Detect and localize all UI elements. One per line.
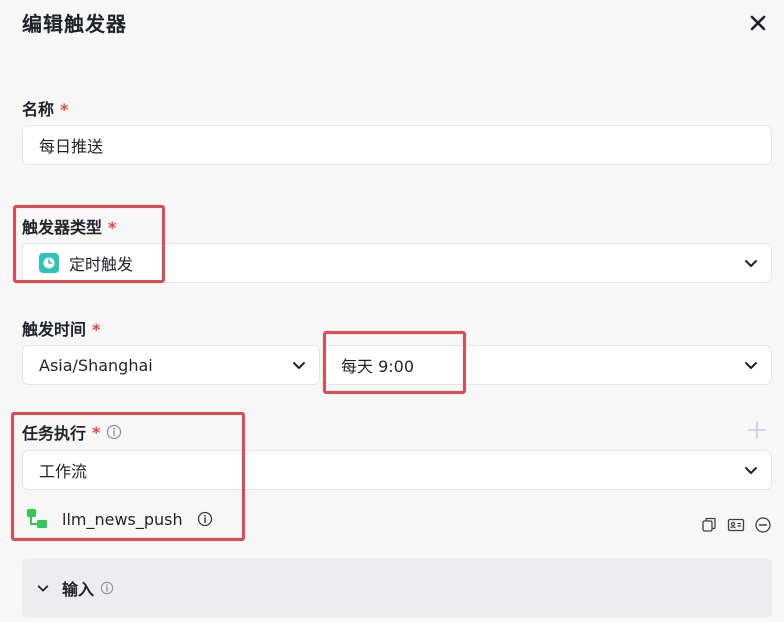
timezone-value: Asia/Shanghai [39, 355, 153, 375]
task-type-value: 工作流 [39, 462, 88, 481]
info-icon[interactable] [106, 424, 122, 440]
dialog-title: 编辑触发器 [22, 12, 127, 36]
chevron-down-icon [745, 467, 757, 474]
workflow-actions [700, 516, 772, 534]
info-icon[interactable] [197, 511, 213, 527]
trigger-type-select[interactable]: 定时触发 [22, 243, 772, 283]
schedule-value: 每天 9:00 [341, 357, 415, 376]
task-type-select[interactable]: 工作流 [22, 450, 772, 490]
remove-icon[interactable] [754, 516, 772, 534]
input-section: 输入 [22, 558, 772, 618]
trigger-type-label: 触发器类型 * [22, 218, 117, 237]
close-icon[interactable] [746, 11, 770, 35]
close-button[interactable] [746, 11, 770, 35]
required-mark: * [92, 422, 101, 442]
add-task-button[interactable] [747, 420, 767, 440]
name-input-value: 每日推送 [39, 137, 104, 156]
input-section-label: 输入 [62, 580, 95, 599]
trigger-time-label: 触发时间 * [22, 320, 101, 339]
required-mark: * [92, 320, 101, 339]
id-card-icon[interactable] [727, 516, 745, 534]
chevron-down-icon [745, 260, 757, 267]
timezone-select[interactable]: Asia/Shanghai [22, 345, 320, 385]
copy-icon[interactable] [700, 516, 718, 534]
chevron-down-icon[interactable] [36, 581, 50, 595]
clock-icon [39, 253, 59, 273]
name-input[interactable]: 每日推送 [22, 125, 772, 165]
name-label: 名称 * [22, 100, 69, 119]
workflow-item[interactable]: llm_news_push [26, 508, 213, 530]
workflow-name: llm_news_push [62, 509, 183, 529]
workflow-icon [27, 509, 47, 528]
plus-icon[interactable] [747, 420, 767, 440]
schedule-select[interactable]: 每天 9:00 [324, 345, 772, 385]
chevron-down-icon [293, 362, 305, 369]
edit-trigger-panel: 编辑触发器 名称* 每日推送 触发器类型* 定时触发 触发时间* Asia [0, 0, 784, 622]
chevron-down-icon [745, 362, 757, 369]
task-label: 任务执行 * [22, 420, 122, 444]
trigger-type-value: 定时触发 [69, 255, 134, 274]
input-section-header[interactable]: 输入 [36, 576, 116, 600]
info-icon[interactable] [100, 580, 116, 596]
required-mark: * [60, 100, 69, 119]
required-mark: * [108, 218, 117, 237]
